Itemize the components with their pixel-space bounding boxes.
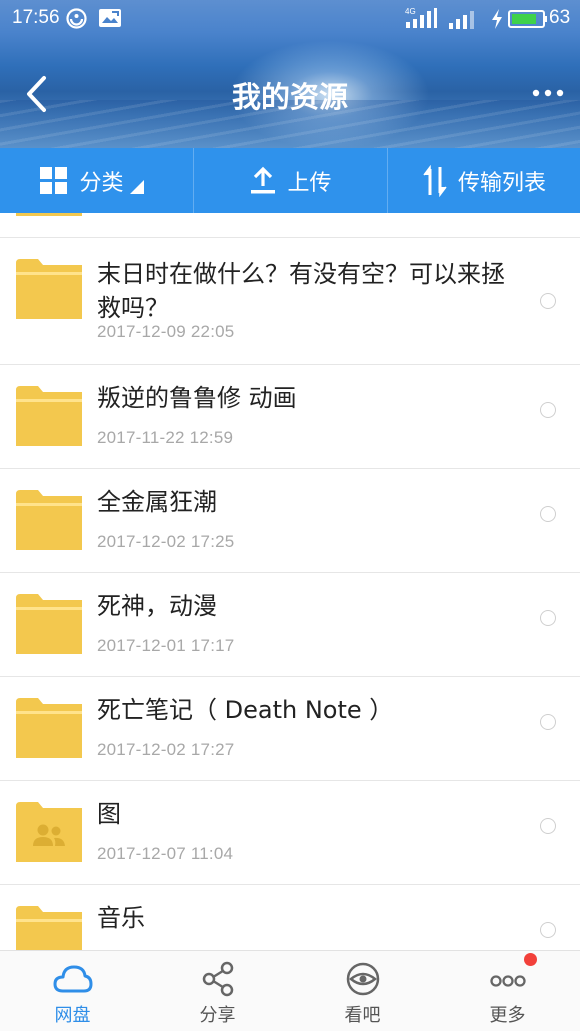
tab-watch[interactable]: 看吧 [290,951,435,1031]
list-item[interactable]: 图 2017-12-07 11:04 [0,781,580,885]
file-name: 死神，动漫 [97,592,217,620]
signal-strength-icon [449,11,474,29]
select-radio[interactable] [540,818,556,834]
tab-share[interactable]: 分享 [145,951,290,1031]
folder-icon [16,698,82,758]
title-bar: 我的资源 [0,38,580,148]
shared-folder-icon [16,802,82,862]
share-icon [202,961,233,997]
category-button[interactable]: 分类 [0,148,193,213]
file-date: 2017-11-22 12:59 [97,428,234,447]
status-bar: 17:56 4G 63 [0,0,580,38]
more-options-icon[interactable] [528,78,568,108]
folder-icon [16,490,82,550]
svg-text:4G: 4G [405,7,416,16]
file-name: 叛逆的鲁鲁修 动画 [97,384,297,412]
more-icon [489,975,526,987]
list-item-partial[interactable] [0,213,580,238]
tab-netdisk-label: 网盘 [54,1005,91,1026]
upload-icon [251,166,276,193]
select-radio[interactable] [540,922,556,938]
file-date: 2017-12-02 17:25 [97,532,235,551]
list-item[interactable]: 死亡笔记（ Death Note ） 2017-12-02 17:27 [0,677,580,781]
transfer-list-button[interactable]: 传输列表 [387,148,580,213]
page-title: 我的资源 [231,80,348,114]
bottom-navigation: 网盘 分享 看吧 更多 [0,950,580,1031]
select-radio[interactable] [540,610,556,626]
notification-badge [524,953,537,966]
header: 17:56 4G 63 我的资源 [0,0,580,148]
file-date: 2017-12-09 22:05 [97,322,235,341]
file-list[interactable]: 末日时在做什么？有没有空？可以来拯救吗？ 2017-12-09 22:05 叛逆… [0,213,580,950]
list-item[interactable]: 叛逆的鲁鲁修 动画 2017-11-22 12:59 [0,365,580,469]
dropdown-triangle-icon [129,179,144,194]
battery-icon [508,10,547,28]
grid-icon [40,166,68,194]
eye-icon [346,962,379,996]
tab-netdisk[interactable]: 网盘 [0,951,145,1031]
file-date: 2017-12-02 17:27 [97,740,235,759]
action-toolbar: 分类 上传 传输列表 [0,148,580,213]
transfer-arrows-icon [423,164,447,197]
file-name: 全金属狂潮 [97,488,217,516]
file-name: 末日时在做什么？有没有空？可以来拯救吗？ [97,260,505,322]
folder-icon [16,594,82,654]
list-item[interactable]: 死神，动漫 2017-12-01 17:17 [0,573,580,677]
folder-icon [16,259,82,319]
list-item[interactable]: 音乐 [0,885,580,950]
signal-4g-icon: 4G [405,7,437,28]
cloud-icon [53,965,92,993]
file-name: 死亡笔记（ Death Note ） [97,696,394,724]
upload-button[interactable]: 上传 [193,148,387,213]
tab-watch-label: 看吧 [344,1005,381,1026]
select-radio[interactable] [540,293,556,309]
battery-level: 63 [549,7,571,28]
list-item[interactable]: 末日时在做什么？有没有空？可以来拯救吗？ 2017-12-09 22:05 [0,238,580,365]
status-time: 17:56 [12,7,60,28]
tab-share-label: 分享 [199,1005,236,1026]
file-name: 图 [97,800,121,828]
app-notification-icon [66,8,87,29]
select-radio[interactable] [540,714,556,730]
folder-icon [16,386,82,446]
transfer-list-label: 传输列表 [457,170,546,196]
list-item[interactable]: 全金属狂潮 2017-12-02 17:25 [0,469,580,573]
file-name: 音乐 [97,904,145,932]
tab-more-label: 更多 [489,1005,526,1026]
upload-label: 上传 [287,170,332,196]
tab-more[interactable]: 更多 [435,951,580,1031]
category-label: 分类 [79,170,124,196]
folder-icon [16,906,82,950]
charging-icon [492,9,502,29]
select-radio[interactable] [540,402,556,418]
image-notification-icon [99,9,121,27]
select-radio[interactable] [540,506,556,522]
file-date: 2017-12-01 17:17 [97,636,235,655]
folder-icon [16,213,82,216]
file-date: 2017-12-07 11:04 [97,844,234,863]
